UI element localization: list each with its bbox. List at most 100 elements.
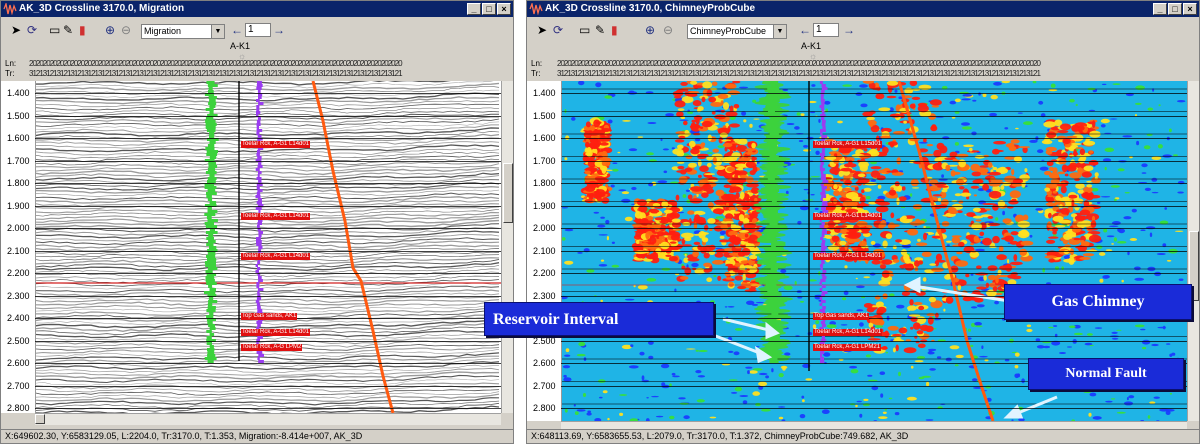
close-button[interactable]: × [497,3,511,15]
zoom-out-icon[interactable]: ⊖ [663,23,673,37]
probability-blob [1147,107,1154,111]
probability-blob [927,351,935,355]
sonic-log-segment [820,171,824,174]
formation-marker[interactable]: Toelar Rck, A-G1 L14d01 [241,141,311,148]
gamma-log-segment [207,84,218,87]
vertical-scrollbar[interactable] [1187,81,1199,421]
gamma-log-segment [769,222,778,225]
probability-blob [919,324,930,331]
sonic-log-segment [258,198,262,201]
arrow-right-icon[interactable]: → [843,23,855,37]
probability-blob [1100,196,1111,198]
close-button[interactable]: × [1183,3,1197,15]
seismic-reflector [34,385,500,393]
gamma-log-segment [207,252,216,255]
probability-blob [903,253,910,262]
gamma-log-segment [767,87,780,90]
time-grid-line [561,205,1187,207]
color-bar-icon[interactable]: ▮ [611,23,618,37]
probability-blob [1123,401,1134,406]
pointer-icon[interactable]: ➤ [537,23,547,37]
probability-blob [1177,100,1186,103]
probability-blob [683,415,690,420]
formation-marker[interactable]: Top Gas sands, AK1 [241,313,298,320]
probability-blob [725,277,733,280]
formation-marker[interactable]: Toelar Rck, A-G1 L15d01 [813,141,883,148]
maximize-button[interactable]: □ [1168,3,1182,15]
probability-blob [840,324,848,326]
probability-blob [974,325,983,328]
probability-blob [672,375,680,378]
probability-blob [564,228,574,232]
probability-blob [1079,209,1091,216]
sonic-log-segment [255,168,260,171]
rotate-icon[interactable]: ⟳ [553,23,563,37]
gamma-log-segment [205,147,215,150]
rotate-icon[interactable]: ⟳ [27,23,37,37]
sonic-log-segment [257,357,260,360]
sonic-log-segment [256,105,260,108]
time-grid-line [35,340,501,342]
formation-marker[interactable]: Toelar Rck, A-G LPM2 [241,344,303,351]
formation-marker[interactable]: Toelar Rck, A-G1 L14d01 [241,253,311,260]
formation-marker[interactable]: Toelar Rck, A-G1 L14d01 [813,253,883,260]
gamma-log-segment [767,321,776,324]
probability-blob [677,165,685,170]
probability-blob [913,301,923,306]
probability-blob [1053,325,1058,327]
probability-blob [887,325,899,331]
probability-blob [857,173,866,178]
step-input[interactable]: 1 [245,23,271,37]
tr-tick-values: 3121312131213121312131213121312131213121… [29,69,403,78]
horizontal-scrollbar[interactable] [35,413,501,425]
reservoir-interval-callout: Reservoir Interval [484,302,714,336]
probability-blob [865,196,871,200]
zoom-in-icon[interactable]: ⊕ [645,23,655,37]
zoom-out-icon[interactable]: ⊖ [121,23,131,37]
formation-marker[interactable]: Top Gas sands, AK1 [813,313,870,320]
minimize-button[interactable]: _ [1153,3,1167,15]
sonic-log-segment [258,162,262,165]
gamma-log-segment [767,144,778,147]
formation-marker[interactable]: Toelar Rck, A-G1 LPM21 [813,344,882,351]
probability-blob [1068,194,1078,199]
probability-blob [692,250,699,258]
ruler-icon[interactable]: ▭ [579,23,590,37]
probability-blob [578,341,586,347]
scroll-thumb[interactable] [503,163,513,223]
probability-blob [842,297,847,301]
attribute-select[interactable]: Migration ▼ [141,24,225,39]
arrow-left-icon[interactable]: ← [231,23,243,37]
formation-marker[interactable]: Toelar Rck, A-G1 L14d01 [241,329,311,336]
sonic-log-segment [257,174,260,177]
zoom-in-icon[interactable]: ⊕ [105,23,115,37]
time-tick-label: 2.000 [7,223,30,233]
formation-marker[interactable]: Toelar Rck, A-G1 L14d01 [813,213,883,220]
minimize-button[interactable]: _ [467,3,481,15]
probability-blob [802,399,805,403]
step-input[interactable]: 1 [813,23,839,37]
color-bar-icon[interactable]: ▮ [79,23,86,37]
time-tick-label: 1.900 [7,200,30,211]
ruler-icon[interactable]: ▭ [49,23,60,37]
time-tick-label: 1.900 [533,200,556,211]
maximize-button[interactable]: □ [482,3,496,15]
probability-blob [732,236,737,242]
edit-icon[interactable]: ✎ [595,23,605,37]
vertical-scrollbar[interactable] [501,81,513,413]
sonic-log-segment [820,192,826,195]
seismic-section[interactable]: 1.400 1.500 1.600 1.700 1.800 1.900 2.000 2.100… [1,81,501,413]
attribute-select[interactable]: ChimneyProbCube ▼ [687,24,787,39]
formation-marker[interactable]: Toelar Rck, A-G1 L14d01 [813,329,883,336]
arrow-right-icon[interactable]: → [273,23,285,37]
probability-blob [955,354,964,359]
gamma-log-segment [770,207,778,210]
sonic-log-segment [257,117,261,120]
gamma-log-segment [768,234,777,237]
formation-marker[interactable]: Toelar Rck, A-G1 L14d01 [241,213,311,220]
edit-icon[interactable]: ✎ [63,23,73,37]
arrow-left-icon[interactable]: ← [799,23,811,37]
pointer-icon[interactable]: ➤ [11,23,21,37]
gamma-log-segment [766,231,778,234]
scroll-left-button[interactable] [35,414,45,424]
